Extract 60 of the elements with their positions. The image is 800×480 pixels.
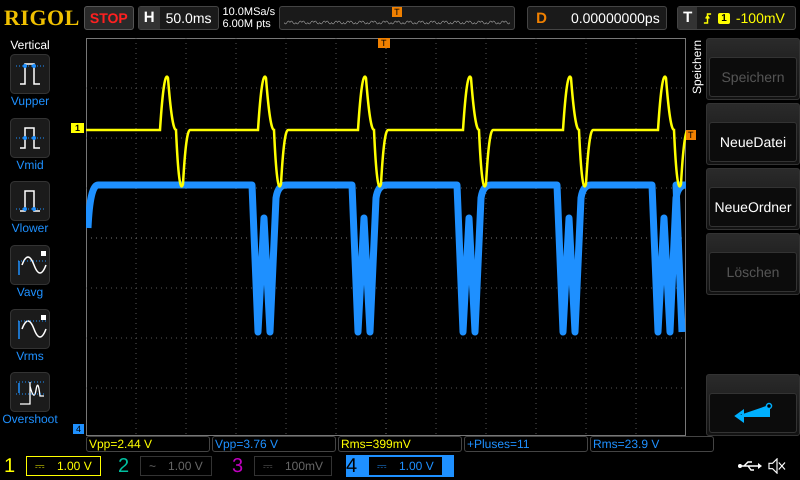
- delay-value: 0.00000000ps: [570, 10, 660, 26]
- measure-label: Vupper: [10, 94, 50, 108]
- measure-button[interactable]: [10, 181, 50, 222]
- channel-scale: 1.00 V: [57, 459, 92, 473]
- measure-button[interactable]: [10, 54, 50, 94]
- measure-label: Vavg: [16, 285, 44, 300]
- channel-scale: 100mV: [285, 459, 324, 473]
- trigger-level: -100mV: [736, 10, 785, 26]
- measure-label: Vmid: [16, 158, 44, 172]
- measure-button[interactable]: [10, 245, 50, 286]
- measurement-readout: Vpp=2.44 V: [86, 436, 210, 452]
- brand-logo: RIGOL: [4, 5, 80, 31]
- channel-number: 3: [232, 454, 244, 478]
- memory-depth: 6.00M pts: [222, 18, 272, 30]
- channel-number: 1: [4, 454, 16, 478]
- measure-label: Vrms: [16, 348, 44, 363]
- menu-button[interactable]: NeueOrdner: [709, 187, 797, 227]
- delay-label: D: [535, 10, 547, 26]
- measure-label: Overshoot: [2, 412, 58, 426]
- back-button[interactable]: [709, 393, 797, 433]
- coupling-symbol: ⎓: [35, 459, 45, 473]
- rising-edge-icon: [703, 12, 712, 24]
- trigger-position-marker: T: [392, 7, 402, 17]
- trigger-panel[interactable]: T 1 -100mV: [677, 6, 796, 30]
- measure-button[interactable]: [10, 372, 50, 412]
- channel-marker: 4: [72, 424, 84, 434]
- measurement-readout: Rms=399mV: [338, 436, 462, 452]
- channel-number: 2: [118, 454, 130, 478]
- timebase-panel[interactable]: H 50.0ms: [138, 6, 218, 30]
- trigger-source: 1: [718, 12, 730, 24]
- measure-button[interactable]: [10, 308, 50, 349]
- menu-title: Vertical: [10, 38, 50, 52]
- sample-rate: 10.0MSa/s: [222, 6, 276, 18]
- measurement-readout: Vpp=3.76 V: [212, 436, 336, 452]
- channel-tab[interactable]: 1 ⎓ 1.00 V: [4, 455, 112, 477]
- measure-label: Vlower: [12, 221, 48, 236]
- measurement-readout: +Pluses=11: [464, 436, 588, 452]
- measurement-readout: Rms=23.9 V: [590, 436, 714, 452]
- trigger-label: T: [678, 7, 698, 29]
- delay-panel[interactable]: D 0.00000000ps: [527, 6, 668, 30]
- trigger-marker: T: [378, 38, 390, 48]
- channel-marker: 1: [70, 123, 84, 133]
- timebase-label: H: [138, 7, 160, 29]
- channel-number: 4: [346, 454, 358, 478]
- speaker-muted-icon: [768, 458, 786, 474]
- coupling-symbol: ⎓: [377, 459, 387, 473]
- measure-button[interactable]: [10, 118, 50, 158]
- channel-tab[interactable]: 2 ~ 1.00 V: [118, 455, 226, 477]
- channel-tab[interactable]: 3 ⎓ 100mV: [232, 455, 340, 477]
- coupling-symbol: ~: [149, 459, 156, 473]
- channel-scale: 1.00 V: [399, 459, 434, 473]
- channel-scale: 1.00 V: [168, 459, 203, 473]
- timebase-value: 50.0ms: [166, 10, 212, 26]
- run-state-badge[interactable]: STOP: [84, 6, 134, 30]
- menu-title: Speichern: [690, 40, 704, 94]
- menu-button[interactable]: NeueDatei: [709, 122, 797, 162]
- channel-tab[interactable]: 4 ⎓ 1.00 V: [346, 455, 454, 477]
- coupling-symbol: ⎓: [263, 459, 273, 473]
- usb-icon: [738, 460, 762, 472]
- trigger-level-marker: T: [686, 130, 696, 140]
